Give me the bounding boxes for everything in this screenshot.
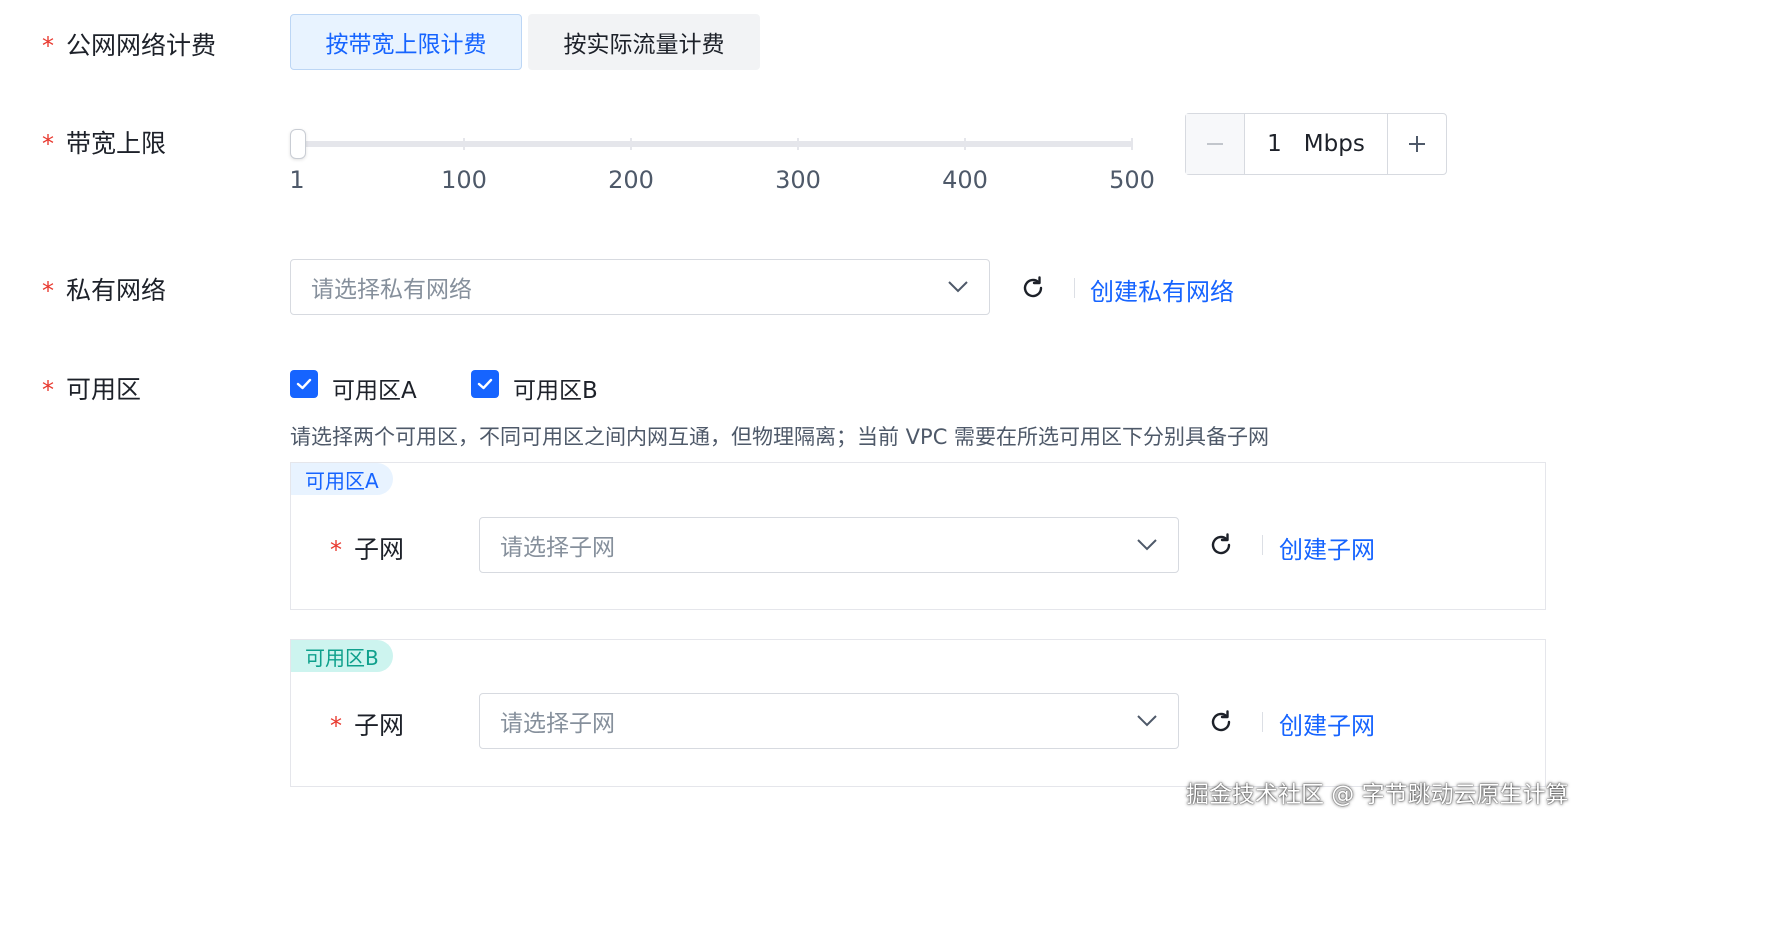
zone-label-text: 可用区	[66, 375, 142, 404]
refresh-icon	[1023, 276, 1043, 298]
zone-b-subnet-label: * 子网	[330, 706, 404, 742]
bandwidth-stepper: 1 Mbps	[1185, 113, 1447, 175]
minus-icon	[1207, 143, 1223, 145]
slider-tick-label: 300	[775, 166, 821, 194]
slider-tick	[797, 138, 799, 150]
billing-label-text: 公网网络计费	[66, 31, 217, 60]
slider-tick-label: 1	[289, 166, 305, 194]
zone-hint-text: 请选择两个可用区，不同可用区之间内网互通，但物理隔离；当前 VPC 需要在所选可…	[290, 425, 1270, 449]
vpc-refresh-button[interactable]	[1016, 271, 1050, 305]
slider-tick	[630, 138, 632, 150]
bandwidth-value-input[interactable]: 1 Mbps	[1245, 114, 1387, 174]
refresh-icon	[1211, 533, 1231, 555]
zone-a-tag: 可用区A	[291, 463, 393, 495]
required-asterisk: *	[42, 130, 54, 158]
increment-button[interactable]	[1387, 114, 1446, 174]
billing-option-bandwidth[interactable]: 按带宽上限计费	[290, 14, 522, 70]
vpc-select[interactable]: 请选择私有网络	[290, 259, 990, 315]
slider-tick	[1131, 138, 1133, 150]
billing-option-traffic[interactable]: 按实际流量计费	[528, 14, 760, 70]
create-vpc-link[interactable]: 创建私有网络	[1090, 272, 1234, 307]
required-asterisk: *	[330, 536, 342, 564]
check-icon	[296, 378, 312, 390]
divider	[1262, 712, 1263, 732]
bandwidth-slider-track[interactable]	[297, 141, 1133, 147]
slider-tick-label: 100	[441, 166, 487, 194]
chevron-down-icon	[948, 281, 968, 293]
subnet-label-text: 子网	[354, 535, 405, 564]
bandwidth-value: 1	[1267, 131, 1282, 157]
vpc-select-placeholder: 请选择私有网络	[311, 277, 472, 303]
slider-tick	[463, 138, 465, 150]
zone-b-checkbox-label[interactable]: 可用区B	[513, 371, 598, 405]
slider-tick-label: 200	[608, 166, 654, 194]
vpc-label: * 私有网络	[42, 271, 166, 307]
zone-b-subnet-select[interactable]: 请选择子网	[479, 693, 1179, 749]
vpc-label-text: 私有网络	[66, 276, 167, 305]
subnet-select-placeholder: 请选择子网	[500, 711, 615, 737]
zone-b-refresh-button[interactable]	[1204, 705, 1238, 739]
slider-tick-label: 500	[1109, 166, 1155, 194]
required-asterisk: *	[42, 277, 54, 305]
billing-label: * 公网网络计费	[42, 26, 216, 62]
bandwidth-label-text: 带宽上限	[66, 129, 167, 158]
slider-tick	[964, 138, 966, 150]
watermark: 掘金技术社区 @ 字节跳动云原生计算	[1186, 782, 1569, 808]
plus-icon	[1409, 136, 1425, 152]
required-asterisk: *	[42, 32, 54, 60]
divider	[1262, 535, 1263, 555]
zone-b-tag: 可用区B	[291, 640, 393, 672]
zone-a-create-subnet-link[interactable]: 创建子网	[1279, 530, 1375, 565]
zone-a-subnet-label: * 子网	[330, 530, 404, 566]
zone-a-checkbox[interactable]	[290, 370, 318, 398]
slider-tick-label: 400	[942, 166, 988, 194]
refresh-icon	[1211, 710, 1231, 732]
zone-a-refresh-button[interactable]	[1204, 528, 1238, 562]
zone-b-checkbox[interactable]	[471, 370, 499, 398]
zone-label: * 可用区	[42, 370, 141, 406]
bandwidth-unit: Mbps	[1303, 131, 1365, 157]
required-asterisk: *	[330, 712, 342, 740]
chevron-down-icon	[1137, 539, 1157, 551]
divider	[1074, 278, 1075, 298]
bandwidth-label: * 带宽上限	[42, 124, 166, 160]
zone-a-checkbox-label[interactable]: 可用区A	[332, 371, 417, 405]
required-asterisk: *	[42, 376, 54, 404]
decrement-button[interactable]	[1186, 114, 1245, 174]
subnet-label-text: 子网	[354, 711, 405, 740]
subnet-select-placeholder: 请选择子网	[500, 535, 615, 561]
bandwidth-slider-handle[interactable]	[290, 129, 306, 159]
zone-a-subnet-select[interactable]: 请选择子网	[479, 517, 1179, 573]
check-icon	[477, 378, 493, 390]
chevron-down-icon	[1137, 715, 1157, 727]
zone-b-create-subnet-link[interactable]: 创建子网	[1279, 706, 1375, 741]
